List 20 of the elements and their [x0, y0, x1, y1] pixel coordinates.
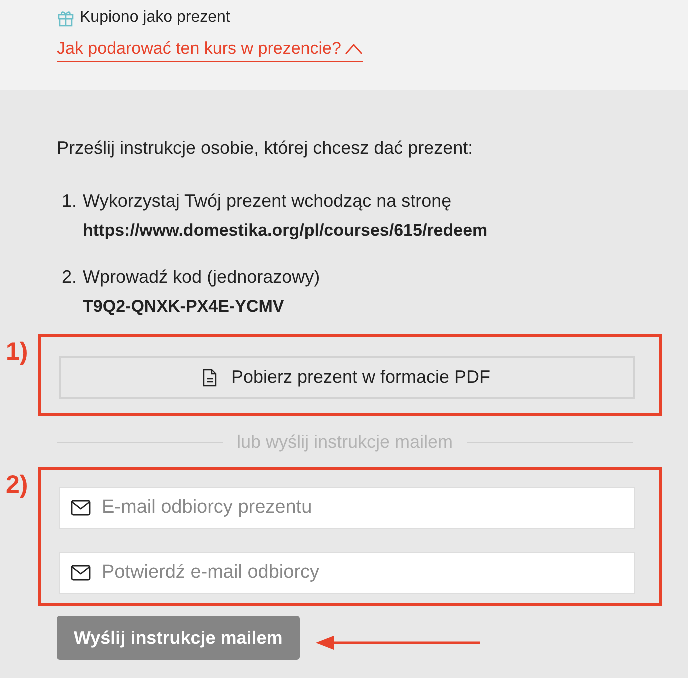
- gift-help-link[interactable]: Jak podarować ten kurs w prezencie?: [57, 39, 364, 62]
- step-text: Wprowadź kod (jednorazowy): [83, 266, 320, 289]
- envelope-icon: [71, 565, 91, 581]
- email-field[interactable]: E-mail odbiorcy prezentu: [59, 487, 635, 529]
- annotation-label: 1): [6, 338, 28, 367]
- gift-icon: [57, 9, 75, 27]
- step-value: T9Q2-QNXK-PX4E-YCMV: [83, 296, 286, 318]
- email-field[interactable]: Potwierdź e-mail odbiorcy: [59, 552, 635, 594]
- arrow-icon: [316, 635, 482, 651]
- step-value: https://www.domestika.org/pl/courses/615/redeem: [83, 220, 488, 242]
- step-number: 2.: [62, 266, 78, 289]
- step-text: Wykorzystaj Twój prezent wchodząc na stronę: [83, 190, 453, 213]
- instruction-text: Prześlij instrukcje osobie, której chcesz dać prezent:: [57, 137, 474, 160]
- annotation-label: 2): [6, 471, 28, 500]
- download-pdf-button[interactable]: Pobierz prezent w formacie PDF: [59, 356, 635, 399]
- caret-icon: [345, 43, 364, 55]
- gift-status: Kupiono jako prezent: [80, 9, 230, 27]
- step-number: 1.: [62, 190, 78, 213]
- envelope-icon: [71, 500, 91, 516]
- document-icon: [203, 368, 218, 386]
